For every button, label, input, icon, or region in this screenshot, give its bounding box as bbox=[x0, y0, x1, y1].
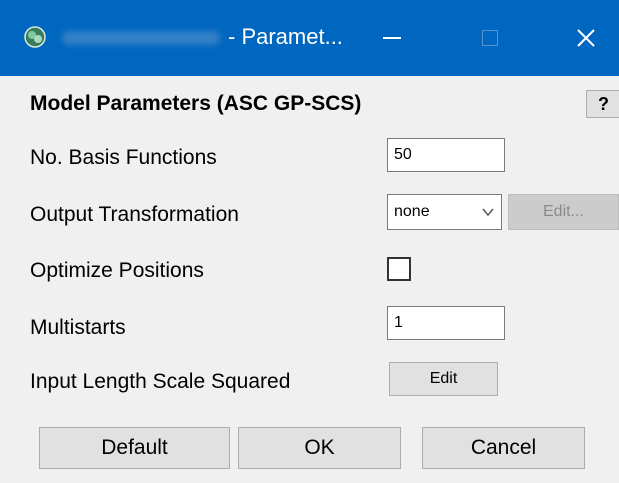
default-button[interactable]: Default bbox=[39, 427, 230, 469]
multistarts-label: Multistarts bbox=[30, 316, 126, 339]
minimize-button[interactable] bbox=[357, 0, 427, 76]
window-title: - Paramet... bbox=[228, 24, 343, 49]
cancel-button[interactable]: Cancel bbox=[422, 427, 585, 469]
multistarts-input[interactable]: 1 bbox=[387, 306, 505, 340]
title-bar: - Paramet... bbox=[0, 0, 619, 76]
output-transformation-edit-button: Edit... bbox=[508, 194, 619, 230]
maximize-icon bbox=[482, 30, 498, 46]
basis-functions-input[interactable]: 50 bbox=[387, 138, 505, 172]
close-icon bbox=[577, 29, 595, 47]
output-transformation-label: Output Transformation bbox=[30, 203, 239, 226]
minimize-icon bbox=[383, 37, 401, 39]
maximize-button bbox=[455, 0, 525, 76]
output-transformation-select[interactable]: none bbox=[387, 194, 502, 230]
optimize-positions-checkbox[interactable] bbox=[387, 257, 411, 281]
close-button[interactable] bbox=[551, 0, 619, 76]
input-length-scale-label: Input Length Scale Squared bbox=[30, 370, 291, 393]
dialog-body: Model Parameters (ASC GP-SCS) ? No. Basi… bbox=[0, 76, 619, 483]
help-button[interactable]: ? bbox=[586, 90, 619, 118]
output-transformation-value: none bbox=[394, 203, 430, 220]
redacted-app-name bbox=[62, 31, 220, 45]
chevron-down-icon bbox=[482, 208, 494, 217]
application-icon bbox=[24, 26, 46, 48]
basis-functions-label: No. Basis Functions bbox=[30, 146, 217, 169]
input-length-scale-edit-button[interactable]: Edit bbox=[389, 362, 498, 396]
optimize-positions-label: Optimize Positions bbox=[30, 259, 204, 282]
dialog-heading: Model Parameters (ASC GP-SCS) bbox=[30, 92, 362, 115]
ok-button[interactable]: OK bbox=[238, 427, 401, 469]
